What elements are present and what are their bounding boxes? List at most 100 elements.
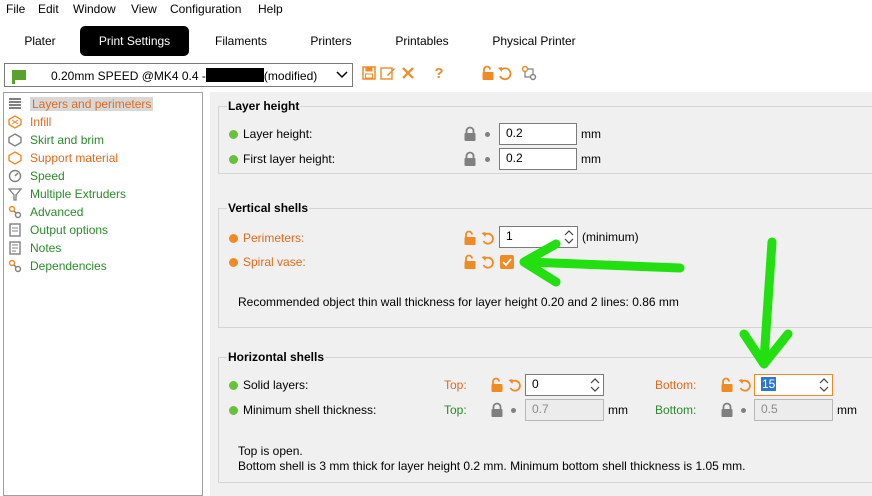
bottom-shell-note: Bottom shell is 3 mm thick for layer hei… <box>238 459 746 473</box>
dot-icon <box>511 408 516 413</box>
bottom-solid-layers-spinner[interactable]: 15 <box>754 374 833 396</box>
first-layer-height-field[interactable]: 0.2 <box>499 148 577 170</box>
option-label: First layer height: <box>243 152 336 166</box>
top-solid-layers-value: 0 <box>532 377 539 391</box>
group-title: Layer height <box>227 99 301 113</box>
menu-window[interactable]: Window <box>73 2 116 16</box>
min-top-shell-field[interactable]: 0.7 <box>525 399 604 421</box>
save-icon[interactable] <box>360 64 378 82</box>
lock-icon[interactable] <box>490 402 504 418</box>
chevron-down-icon[interactable] <box>336 68 348 83</box>
spinner-arrows-icon[interactable] <box>818 376 830 394</box>
menu-help[interactable]: Help <box>258 2 283 16</box>
tab-filaments[interactable]: Filaments <box>199 26 283 56</box>
sidebar-item-dependencies[interactable]: Dependencies <box>8 257 107 275</box>
settings-sidebar: Layers and perimeters Infill Skirt and b… <box>3 92 203 496</box>
perimeters-spinner[interactable]: 1 <box>499 226 578 248</box>
unlock-icon[interactable] <box>463 254 477 270</box>
sidebar-item-label: Speed <box>30 169 65 183</box>
bottom-label: Bottom: <box>655 378 697 392</box>
menu-view[interactable]: View <box>131 2 157 16</box>
undo-icon[interactable] <box>738 377 752 393</box>
unlock-icon[interactable] <box>490 377 504 393</box>
menu-bar: File Edit Window View Configuration Help <box>0 0 872 18</box>
unlock-icon[interactable] <box>463 230 477 246</box>
unit-label: mm <box>581 152 601 166</box>
sidebar-item-label: Notes <box>30 241 62 255</box>
menu-edit[interactable]: Edit <box>38 2 59 16</box>
sidebar-item-label: Layers and perimeters <box>30 97 154 111</box>
sidebar-item-infill[interactable]: Infill <box>8 113 51 131</box>
option-label: Minimum shell thickness: <box>243 403 377 417</box>
min-bottom-shell-field[interactable]: 0.5 <box>754 399 833 421</box>
option-label: Layer height: <box>243 127 313 141</box>
lock-icon[interactable] <box>479 64 497 82</box>
dot-icon <box>741 408 746 413</box>
lock-icon[interactable] <box>463 126 477 142</box>
unlock-icon[interactable] <box>720 377 734 393</box>
sidebar-item-speed[interactable]: Speed <box>8 167 65 185</box>
tab-printers[interactable]: Printers <box>293 26 369 56</box>
speed-icon <box>8 169 22 183</box>
system-value-bullet <box>229 129 238 139</box>
sidebar-item-extruders[interactable]: Multiple Extruders <box>8 185 126 203</box>
layer-height-field[interactable]: 0.2 <box>499 123 577 145</box>
option-label: Solid layers: <box>243 378 309 392</box>
undo-icon[interactable] <box>481 230 495 246</box>
top-open-note: Top is open. <box>238 444 303 458</box>
spinner-arrows-icon[interactable] <box>589 376 601 394</box>
sidebar-item-label: Advanced <box>30 205 84 219</box>
advanced-icon <box>8 205 22 219</box>
top-solid-layers-spinner[interactable]: 0 <box>525 374 604 396</box>
output-icon <box>8 223 22 237</box>
edit-icon[interactable] <box>379 64 397 82</box>
menu-file[interactable]: File <box>6 2 25 16</box>
checkmark-icon <box>502 258 512 267</box>
sidebar-item-advanced[interactable]: Advanced <box>8 203 83 221</box>
sidebar-item-label: Output options <box>30 223 109 237</box>
lock-icon[interactable] <box>720 402 734 418</box>
sidebar-item-layers[interactable]: Layers and perimeters <box>8 95 154 113</box>
option-spiral-vase: Spiral vase: <box>229 251 306 273</box>
sidebar-item-notes[interactable]: Notes <box>8 239 61 257</box>
group-title: Vertical shells <box>227 201 310 215</box>
infill-icon <box>8 115 22 129</box>
compare-icon[interactable] <box>520 64 538 82</box>
lock-icon[interactable] <box>463 151 477 167</box>
tab-plater[interactable]: Plater <box>2 26 78 56</box>
group-horizontal-shells: Horizontal shells Solid layers: Top: 0 B… <box>218 350 872 483</box>
spiral-vase-checkbox[interactable] <box>500 255 514 269</box>
undo-icon[interactable] <box>508 377 522 393</box>
modified-value-bullet <box>229 257 238 267</box>
tab-physical-printer[interactable]: Physical Printer <box>478 26 590 56</box>
preset-name: 0.20mm SPEED @MK4 0.4 - (modified) <box>51 68 317 83</box>
sidebar-item-output[interactable]: Output options <box>8 221 108 239</box>
sidebar-item-label: Dependencies <box>30 259 107 273</box>
sidebar-item-skirt[interactable]: Skirt and brim <box>8 131 104 149</box>
delete-icon[interactable] <box>399 64 417 82</box>
tab-bar: Plater Print Settings Filaments Printers… <box>0 24 872 58</box>
group-title: Horizontal shells <box>227 350 326 364</box>
undo-icon[interactable] <box>496 64 514 82</box>
option-minimum-shell-thickness: Minimum shell thickness: <box>229 399 376 421</box>
group-vertical-shells: Vertical shells Perimeters: 1 (minimum) … <box>218 201 872 328</box>
preset-bar: 0.20mm SPEED @MK4 0.4 - (modified) ? <box>0 60 872 90</box>
sidebar-item-support[interactable]: Support material <box>8 149 118 167</box>
group-layer-height: Layer height Layer height: 0.2 mm First … <box>218 99 872 174</box>
preset-flag-icon <box>12 70 26 84</box>
option-label: Spiral vase: <box>243 255 306 269</box>
system-value-bullet <box>229 405 238 415</box>
skirt-icon <box>8 133 22 147</box>
bottom-label: Bottom: <box>655 403 697 417</box>
tab-printables[interactable]: Printables <box>382 26 462 56</box>
sidebar-item-label: Multiple Extruders <box>30 187 127 201</box>
preset-dropdown[interactable]: 0.20mm SPEED @MK4 0.4 - (modified) <box>4 63 353 87</box>
spinner-arrows-icon[interactable] <box>563 228 575 246</box>
help-icon[interactable]: ? <box>430 64 448 82</box>
menu-configuration[interactable]: Configuration <box>170 2 241 16</box>
tab-print-settings[interactable]: Print Settings <box>80 26 189 56</box>
undo-icon[interactable] <box>481 254 495 270</box>
top-label: Top: <box>444 378 467 392</box>
unit-label: mm <box>581 127 601 141</box>
perimeters-suffix: (minimum) <box>582 230 639 244</box>
